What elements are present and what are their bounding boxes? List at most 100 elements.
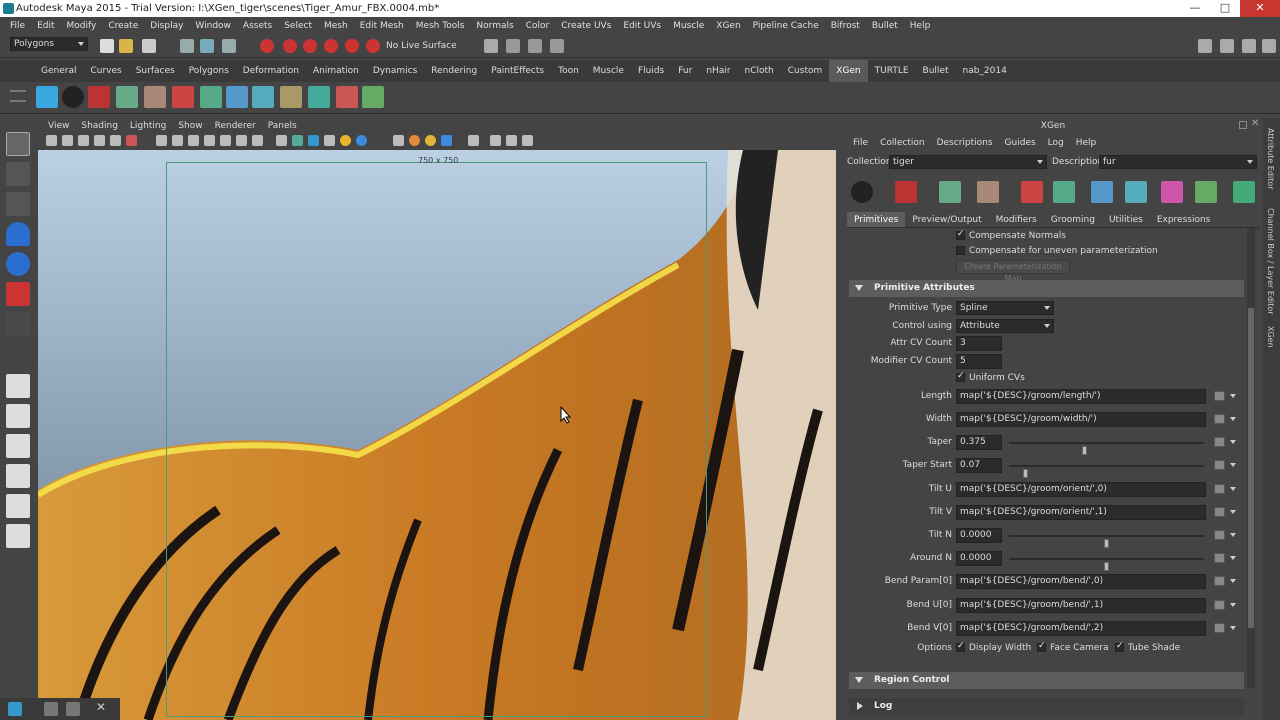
panel-close-icon[interactable]: ✕ [1251, 118, 1259, 129]
xgen-guide-bend-icon[interactable] [1091, 181, 1113, 203]
xgen-window-icon[interactable] [36, 86, 58, 108]
layout-single-pane-icon[interactable] [6, 374, 30, 398]
xgen-rebuild-guides-icon[interactable] [308, 86, 330, 108]
film-gate-icon[interactable] [126, 135, 137, 146]
uniform-cvs-checkbox[interactable] [956, 371, 965, 382]
render-icon-b[interactable] [425, 135, 436, 146]
toggle-modeling-toolkit-icon[interactable] [1198, 39, 1212, 53]
scale-tool-icon[interactable] [6, 282, 30, 306]
side-tab-xgen[interactable]: XGen [1266, 326, 1275, 348]
length-expression-field[interactable]: map('${DESC}/groom/length/') [956, 389, 1206, 404]
menu-edit[interactable]: Edit [31, 21, 60, 31]
snap-point-icon[interactable] [303, 39, 317, 53]
render-icon-c[interactable] [441, 135, 452, 146]
attr-cv-count-field[interactable]: 3 [956, 336, 1002, 351]
primitive-attributes-section[interactable]: Primitive Attributes [849, 280, 1244, 297]
viewport-menu-view[interactable]: View [42, 121, 75, 131]
exposure-icon[interactable] [506, 135, 517, 146]
tilt-n-options-icon[interactable] [1230, 533, 1236, 537]
bend-param-options-icon[interactable] [1230, 579, 1236, 583]
xgen-menu-guides[interactable]: Guides [999, 138, 1042, 152]
menu-edit-uvs[interactable]: Edit UVs [617, 21, 667, 31]
taper-start-options-icon[interactable] [1230, 463, 1236, 467]
length-options-icon[interactable] [1230, 394, 1236, 398]
xgen-clear-icon[interactable] [895, 181, 917, 203]
collection-dropdown[interactable]: tiger [889, 155, 1047, 169]
render-frame-icon[interactable] [506, 39, 520, 53]
xgen-select-guide-icon[interactable] [977, 181, 999, 203]
menu-create[interactable]: Create [102, 21, 144, 31]
shelf-tab-surfaces[interactable]: Surfaces [129, 60, 182, 82]
xgen-scrollbar-thumb[interactable] [1248, 308, 1254, 628]
frame-icon[interactable] [522, 135, 533, 146]
xgen-preview-icon[interactable] [62, 86, 84, 108]
compensate-uneven-checkbox[interactable] [956, 246, 965, 255]
xgen-preview-eye-icon[interactable] [851, 181, 873, 203]
control-using-dropdown[interactable]: Attribute [956, 319, 1054, 333]
primitive-type-dropdown[interactable]: Spline [956, 301, 1054, 315]
shelf-tab-rendering[interactable]: Rendering [424, 60, 484, 82]
shadows-icon[interactable] [236, 135, 247, 146]
menu-modify[interactable]: Modify [61, 21, 103, 31]
minimized-window-icon[interactable] [8, 702, 22, 716]
shelf-tab-dynamics[interactable]: Dynamics [366, 60, 424, 82]
tilt-u-options-icon[interactable] [1230, 487, 1236, 491]
width-map-icon[interactable] [1214, 414, 1225, 424]
restore-window-icon[interactable] [44, 702, 58, 716]
around-n-options-icon[interactable] [1230, 556, 1236, 560]
xgen-sculpt-guides-icon[interactable] [200, 86, 222, 108]
length-map-icon[interactable] [1214, 391, 1225, 401]
shelf-tab-custom[interactable]: Custom [781, 60, 829, 82]
menu-display[interactable]: Display [144, 21, 189, 31]
ipr-render-icon[interactable] [528, 39, 542, 53]
shelf-tab-toon[interactable]: Toon [551, 60, 586, 82]
shelf-tab-fur[interactable]: Fur [671, 60, 699, 82]
taper-start-slider-handle[interactable] [1022, 469, 1028, 478]
shelf-tab-general[interactable]: General [34, 60, 83, 82]
taper-field[interactable]: 0.375 [956, 435, 1002, 450]
shelf-tab-nab-2014[interactable]: nab_2014 [955, 60, 1013, 82]
shelf-menu-icon[interactable] [10, 90, 26, 102]
shelf-tab-curves[interactable]: Curves [83, 60, 128, 82]
menuset-dropdown[interactable]: Polygons [10, 37, 88, 51]
select-object-icon[interactable] [200, 39, 214, 53]
layout-two-pane-icon[interactable] [6, 434, 30, 458]
paint-select-tool-icon[interactable] [6, 192, 30, 216]
xray-icon[interactable] [276, 135, 287, 146]
tilt-n-slider-handle[interactable] [1104, 539, 1109, 548]
menu-pipeline-cache[interactable]: Pipeline Cache [747, 21, 825, 31]
menu-mesh-tools[interactable]: Mesh Tools [410, 21, 471, 31]
render-settings-icon[interactable] [550, 39, 564, 53]
make-live-icon[interactable] [345, 39, 359, 53]
layout-graph-icon[interactable] [6, 494, 30, 518]
tab-expressions[interactable]: Expressions [1150, 212, 1218, 227]
xgen-delete-guides-icon[interactable] [172, 86, 194, 108]
viewport-menu-panels[interactable]: Panels [262, 121, 303, 131]
isolate-select-icon[interactable] [308, 135, 319, 146]
bend-v-map-icon[interactable] [1214, 623, 1225, 633]
menu-window[interactable]: Window [189, 21, 237, 31]
menu-edit-mesh[interactable]: Edit Mesh [354, 21, 410, 31]
menu-color[interactable]: Color [520, 21, 556, 31]
panel-float-icon[interactable] [1239, 121, 1247, 129]
toggle-tool-settings-icon[interactable] [1242, 39, 1256, 53]
xgen-menu-descriptions[interactable]: Descriptions [931, 138, 999, 152]
compensate-normals-checkbox[interactable] [956, 229, 965, 240]
shelf-tab-animation[interactable]: Animation [306, 60, 366, 82]
lasso-tool-icon[interactable] [6, 162, 30, 186]
shelf-tab-painteffects[interactable]: PaintEffects [484, 60, 551, 82]
menu-muscle[interactable]: Muscle [667, 21, 710, 31]
toggle-channel-box-icon[interactable] [1262, 39, 1276, 53]
xgen-groom-icon[interactable] [336, 86, 358, 108]
taper-start-field[interactable]: 0.07 [956, 458, 1002, 473]
snap-curve-icon[interactable] [283, 39, 297, 53]
face-camera-checkbox[interactable] [1037, 641, 1046, 652]
around-n-map-icon[interactable] [1214, 553, 1225, 563]
shelf-tab-turtle[interactable]: TURTLE [868, 60, 916, 82]
tab-preview-output[interactable]: Preview/Output [905, 212, 988, 227]
bend-v-expression-field[interactable]: map('${DESC}/groom/bend/',2) [956, 621, 1206, 636]
camera-select-icon[interactable] [46, 135, 57, 146]
menu-bifrost[interactable]: Bifrost [825, 21, 866, 31]
xgen-menu-log[interactable]: Log [1042, 138, 1070, 152]
tilt-n-map-icon[interactable] [1214, 530, 1225, 540]
